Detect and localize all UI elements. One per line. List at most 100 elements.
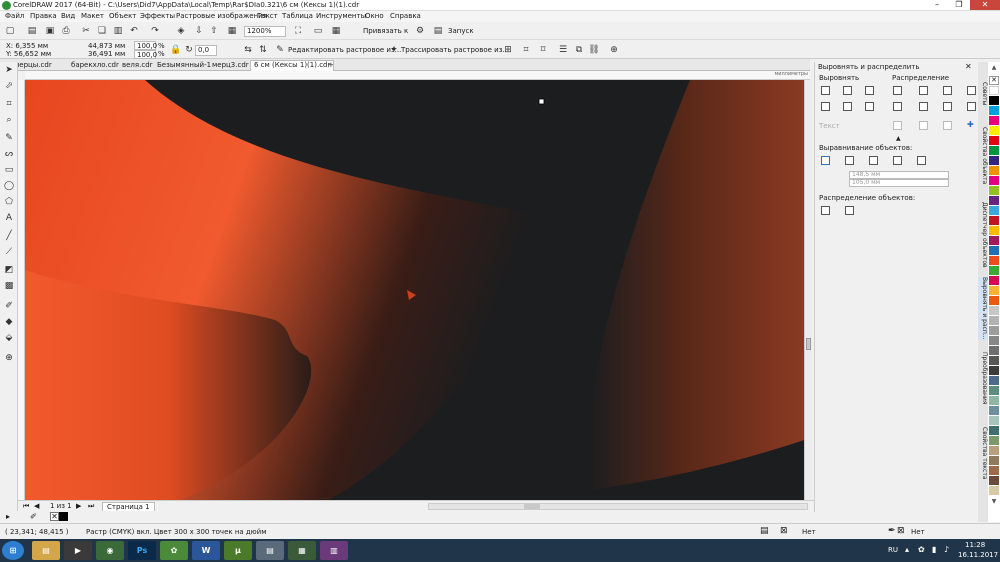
text-tool-icon[interactable]: A xyxy=(3,212,15,224)
full-screen-icon[interactable]: ⛶ xyxy=(292,25,304,37)
color-swatch[interactable] xyxy=(989,176,999,185)
color-swatch[interactable] xyxy=(989,336,999,345)
coreldraw-taskbar-icon[interactable]: ✿ xyxy=(160,541,188,560)
extent-of-selection-icon[interactable] xyxy=(821,206,830,215)
color-swatch[interactable] xyxy=(989,226,999,235)
bitmap-border-icon[interactable]: ⌑ xyxy=(537,44,549,56)
add-icon[interactable]: ⊕ xyxy=(608,44,620,56)
link-icon[interactable]: ⛓ xyxy=(588,44,600,56)
vertical-scrollbar[interactable] xyxy=(804,80,812,502)
media-player-icon[interactable]: ▶ xyxy=(64,541,92,560)
chrome-icon[interactable]: ◉ xyxy=(96,541,124,560)
word-icon[interactable]: W xyxy=(192,541,220,560)
show-rulers-icon[interactable]: ▭ xyxy=(312,25,324,37)
menu-text[interactable]: Текст xyxy=(257,12,278,20)
color-swatch[interactable] xyxy=(989,116,999,125)
export-icon[interactable]: ⇧ xyxy=(208,25,220,37)
color-swatch[interactable] xyxy=(989,206,999,215)
launch-icon[interactable]: ▤ xyxy=(432,25,444,37)
excel-icon[interactable]: ▦ xyxy=(288,541,316,560)
crop-bitmap-icon[interactable]: ⌗ xyxy=(520,44,532,56)
menu-help[interactable]: Справка xyxy=(390,12,421,20)
color-swatch[interactable] xyxy=(989,146,999,155)
color-swatch[interactable] xyxy=(989,126,999,135)
copy-icon[interactable]: ❏ xyxy=(96,25,108,37)
interactive-fill-icon[interactable]: ◆ xyxy=(3,316,15,328)
color-swatch[interactable] xyxy=(989,216,999,225)
page-edge-icon[interactable] xyxy=(845,156,854,165)
angle-field[interactable]: 0,0 xyxy=(195,45,217,56)
tray-app-icon[interactable]: ✿ xyxy=(918,545,925,554)
transparency-tool-icon[interactable]: ▩ xyxy=(3,280,15,292)
distribute-left-icon[interactable] xyxy=(893,86,902,95)
color-swatch[interactable] xyxy=(989,106,999,115)
photoshop-icon[interactable]: Ps xyxy=(128,541,156,560)
shadow-tool-icon[interactable]: ◩ xyxy=(3,264,15,276)
color-swatch[interactable] xyxy=(989,446,999,455)
docker-tab-object-manager[interactable]: Диспетчер объектов xyxy=(978,202,988,268)
color-swatch[interactable] xyxy=(989,316,999,325)
color-swatch[interactable] xyxy=(989,166,999,175)
menu-bitmaps[interactable]: Растровые изображения xyxy=(176,12,267,20)
close-button[interactable]: ✕ xyxy=(970,0,1000,10)
docker-tab-hints[interactable]: Советы xyxy=(978,82,988,105)
add-tool-icon[interactable]: ⊕ xyxy=(3,352,15,364)
language-indicator[interactable]: RU xyxy=(888,546,898,554)
docker-tab-transformations[interactable]: Преобразования xyxy=(978,352,988,404)
clock-date[interactable]: 16.11.2017 xyxy=(958,551,998,559)
smart-fill-icon[interactable]: ⬙ xyxy=(3,332,15,344)
start-button-icon[interactable]: ⊞ xyxy=(2,541,24,560)
menu-edit[interactable]: Правка xyxy=(30,12,57,20)
artistic-media-icon[interactable]: ᔕ xyxy=(3,148,15,160)
collapse-arrow-icon[interactable]: ▲ xyxy=(896,135,901,142)
cut-icon[interactable]: ✂ xyxy=(80,25,92,37)
freehand-tool-icon[interactable]: ✎ xyxy=(3,132,15,144)
zoom-level-select[interactable]: 1200% xyxy=(244,26,286,37)
color-swatch[interactable] xyxy=(989,256,999,265)
prev-page-icon[interactable]: ◀ xyxy=(34,502,39,510)
position-icon[interactable]: ⧉ xyxy=(573,44,585,56)
mirror-v-icon[interactable]: ⇅ xyxy=(257,44,269,56)
next-page-icon[interactable]: ▶ xyxy=(76,502,81,510)
eyedropper-tool-icon[interactable]: ✐ xyxy=(3,300,15,312)
distribute-center-icon[interactable] xyxy=(919,86,928,95)
edit-bitmap-icon[interactable]: ✎ xyxy=(274,44,286,56)
color-swatch[interactable] xyxy=(989,366,999,375)
winrar-icon[interactable]: ▥ xyxy=(320,541,348,560)
menu-tools[interactable]: Инструменты xyxy=(316,12,366,20)
crop-tool-icon[interactable]: ⌗ xyxy=(3,98,15,110)
doc-tab[interactable]: барекхло.cdr xyxy=(71,61,119,69)
color-swatch[interactable] xyxy=(989,376,999,385)
menu-effects[interactable]: Эффекты xyxy=(140,12,175,20)
options-gear-icon[interactable]: ⚙ xyxy=(414,25,426,37)
scale-width-field[interactable]: 100,0 xyxy=(134,41,157,50)
color-swatch[interactable] xyxy=(989,306,999,315)
scale-height-field[interactable]: 100,0 xyxy=(134,50,157,59)
extent-of-page-icon[interactable] xyxy=(845,206,854,215)
color-swatch[interactable] xyxy=(989,96,999,105)
doc-tab[interactable]: мерцы.cdr xyxy=(14,61,52,69)
distribute-spacing-v-icon[interactable] xyxy=(967,102,976,111)
doc-tab[interactable]: веля.cdr xyxy=(122,61,153,69)
fill-icon[interactable]: ▤ xyxy=(760,526,769,536)
new-tab-icon[interactable]: + xyxy=(328,61,334,69)
color-swatch[interactable] xyxy=(989,386,999,395)
color-swatch[interactable] xyxy=(989,86,999,95)
open-icon[interactable]: ▤ xyxy=(26,25,38,37)
polygon-tool-icon[interactable]: ⬠ xyxy=(3,196,15,208)
docker-tab-text-properties[interactable]: Свойства текста xyxy=(978,427,988,480)
distribute-middle-icon[interactable] xyxy=(919,102,928,111)
distribute-bottom-icon[interactable] xyxy=(943,102,952,111)
utorrent-icon[interactable]: μ xyxy=(224,541,252,560)
doc-tab[interactable]: мерц3.cdr xyxy=(212,61,249,69)
palette-arrow-icon[interactable]: ▸ xyxy=(6,512,10,521)
menu-layout[interactable]: Макет xyxy=(81,12,104,20)
pick-tool-icon[interactable]: ➤ xyxy=(3,64,15,76)
align-center-h-icon[interactable] xyxy=(843,86,852,95)
color-swatch[interactable] xyxy=(989,456,999,465)
pin-icon[interactable]: ✚ xyxy=(967,120,974,129)
print-icon[interactable]: ⎙ xyxy=(60,25,72,37)
color-swatch[interactable] xyxy=(989,186,999,195)
volume-icon[interactable]: ♪ xyxy=(944,545,949,554)
doc-tab-active[interactable]: 6 см (Кексы 1)(1).cdr xyxy=(250,60,335,71)
